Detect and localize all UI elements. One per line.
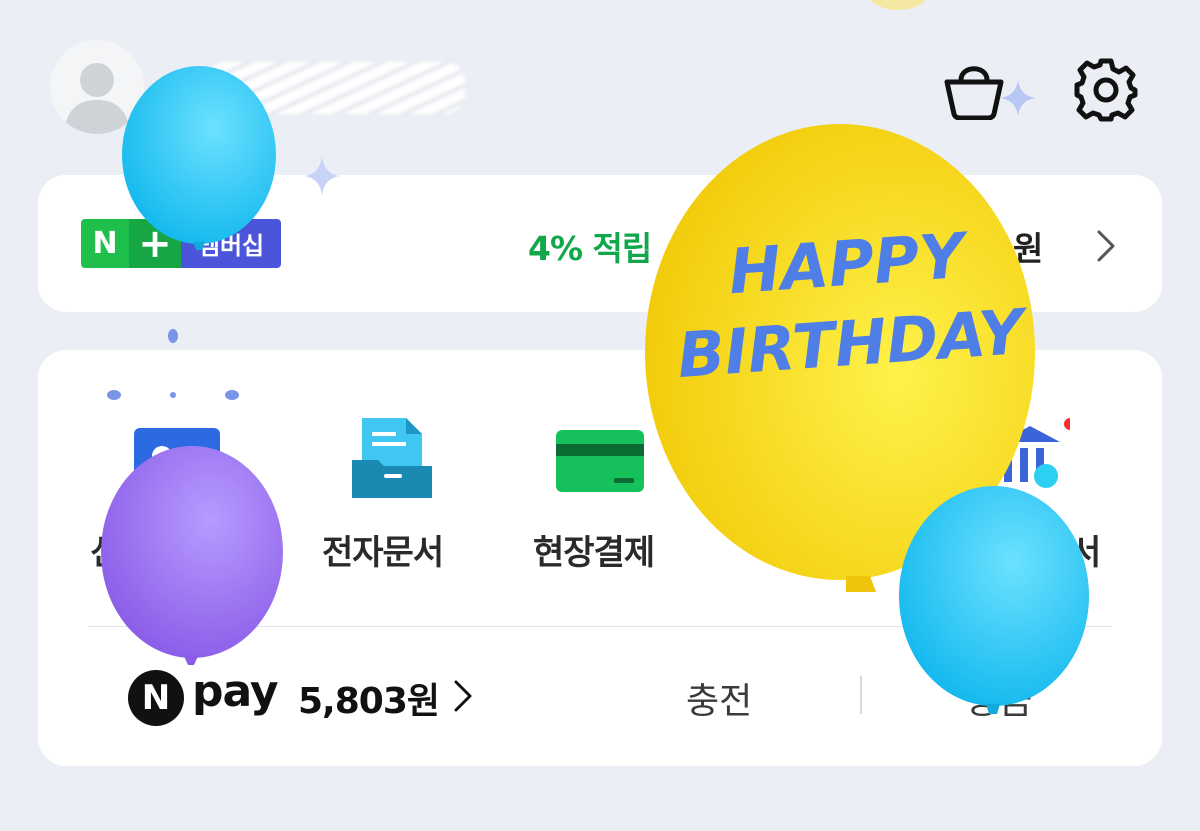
chevron-right-icon[interactable] bbox=[452, 676, 474, 716]
service-id-card[interactable] bbox=[132, 418, 222, 502]
service-label[interactable]: 서 bbox=[1070, 525, 1101, 574]
service-label[interactable]: QR bbox=[752, 525, 806, 565]
shopping-bag-icon bbox=[944, 66, 1004, 120]
badge-membership-text: 멤버십 bbox=[181, 219, 281, 268]
service-e-documents[interactable] bbox=[348, 418, 438, 502]
service-onsite-payment[interactable] bbox=[554, 418, 644, 502]
id-card-icon bbox=[134, 428, 220, 492]
npay-balance[interactable]: 5,803원 bbox=[298, 672, 440, 724]
send-money-button[interactable]: 송금 bbox=[966, 672, 1032, 724]
service-label[interactable]: 전자문서 bbox=[322, 525, 444, 574]
chevron-right-icon[interactable] bbox=[1094, 226, 1118, 266]
profile-avatar[interactable] bbox=[50, 40, 144, 134]
service-label[interactable]: 신 bbox=[90, 525, 121, 574]
bank-certificate-icon bbox=[1000, 418, 1076, 488]
badge-n: N bbox=[81, 219, 129, 268]
service-label[interactable]: 현장결제 bbox=[533, 525, 655, 574]
npay-wordmark: pay bbox=[192, 666, 279, 717]
settings-button[interactable] bbox=[1066, 50, 1146, 130]
charge-button[interactable]: 충전 bbox=[686, 672, 752, 724]
service-certificate[interactable] bbox=[990, 418, 1080, 502]
naver-plus-membership-badge: N + 멤버십 bbox=[81, 219, 281, 268]
redacted-username bbox=[200, 62, 465, 114]
npay-logo: N bbox=[128, 670, 184, 726]
vertical-divider bbox=[860, 676, 862, 714]
card-payment-icon bbox=[556, 430, 644, 492]
divider bbox=[88, 626, 1112, 627]
gear-icon bbox=[1074, 58, 1138, 122]
user-avatar-icon bbox=[50, 40, 144, 134]
partial-balloon bbox=[870, 0, 926, 10]
benefit-text: 4% 적립 bbox=[528, 229, 652, 268]
sparkle-decoration bbox=[1000, 80, 1036, 120]
badge-plus: + bbox=[129, 219, 181, 268]
document-folder-icon bbox=[352, 418, 432, 498]
benefit-amount: 4원 bbox=[990, 229, 1044, 268]
